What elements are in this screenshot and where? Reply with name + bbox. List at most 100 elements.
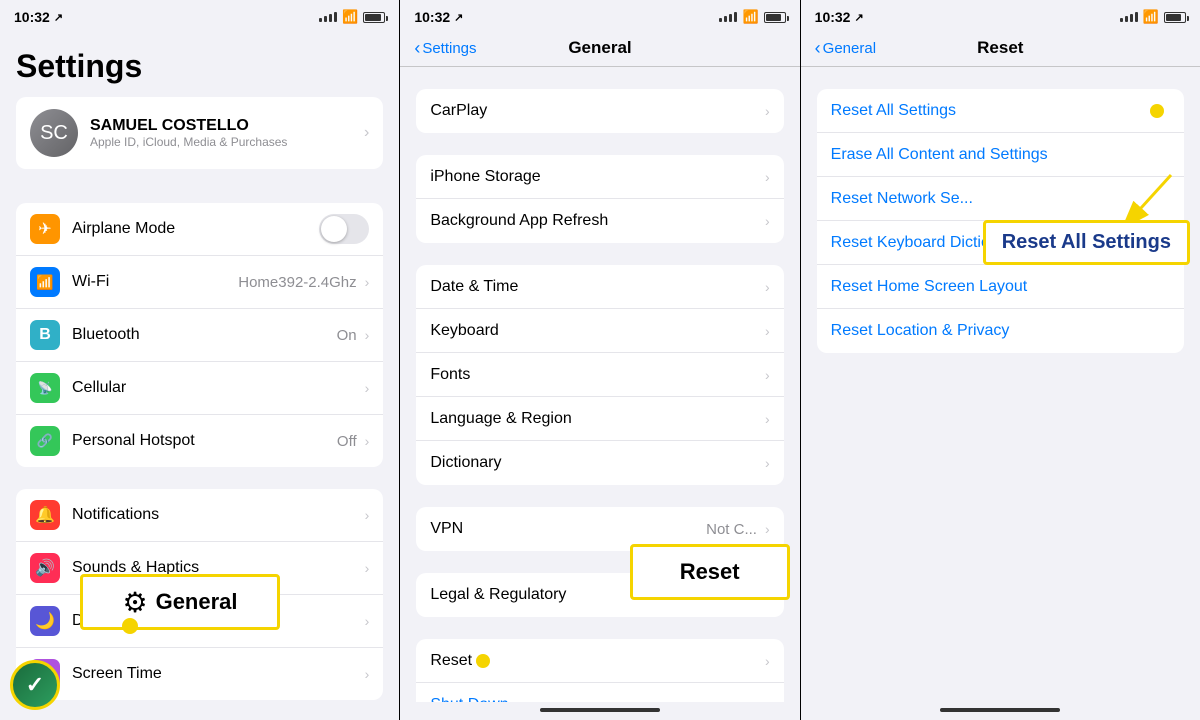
avatar: SC — [30, 109, 78, 157]
dictionary-chevron: › — [765, 455, 770, 471]
legal-label: Legal & Regulatory — [430, 586, 765, 604]
fonts-item[interactable]: Fonts › — [416, 353, 783, 397]
back-label-2: General — [823, 40, 876, 57]
reset-content: Reset All Settings Erase All Content and… — [801, 67, 1200, 702]
vpn-item[interactable]: VPN Not C... › — [416, 507, 783, 551]
profile-subtitle: Apple ID, iCloud, Media & Purchases — [90, 135, 287, 149]
home-indicator-2 — [540, 708, 660, 712]
settings-item-hotspot[interactable]: 🔗 Personal Hotspot Off › — [16, 415, 383, 467]
hotspot-icon: 🔗 — [30, 426, 60, 456]
wifi-icon-3: 📶 — [1143, 9, 1159, 25]
home-indicator-3 — [940, 708, 1060, 712]
reset-section: Reset › Shut Down — [400, 639, 799, 702]
datetime-group: Date & Time › Keyboard › Fonts › Languag… — [416, 265, 783, 485]
bluetooth-value: On — [337, 327, 357, 344]
profile-chevron: › — [364, 124, 369, 142]
reset-all-settings-item[interactable]: Reset All Settings — [817, 89, 1184, 133]
profile-name: SAMUEL COSTELLO — [90, 117, 287, 135]
settings-item-screentime[interactable]: ⏱ Screen Time › — [16, 648, 383, 700]
general-back-button[interactable]: ‹ General — [815, 38, 876, 59]
bluetooth-label: Bluetooth — [72, 326, 337, 344]
settings-item-bluetooth[interactable]: B Bluetooth On › — [16, 309, 383, 362]
legal-chevron: › — [765, 587, 770, 603]
iphone-storage-item[interactable]: iPhone Storage › — [416, 155, 783, 199]
section-connectivity: ✈ Airplane Mode 📶 Wi-Fi Home392-2.4Ghz ›… — [16, 203, 383, 467]
back-chevron-2: ‹ — [815, 38, 821, 59]
reset-item[interactable]: Reset › — [416, 639, 783, 683]
wifi-label: Wi-Fi — [72, 273, 238, 291]
datetime-label: Date & Time — [430, 278, 765, 296]
vpn-label: VPN — [430, 520, 706, 538]
airplane-toggle[interactable] — [319, 214, 369, 244]
fonts-chevron: › — [765, 367, 770, 383]
reset-nav: ‹ General Reset — [801, 32, 1200, 67]
reset-location-item[interactable]: Reset Location & Privacy — [817, 309, 1184, 353]
profile-row[interactable]: SC SAMUEL COSTELLO Apple ID, iCloud, Med… — [16, 97, 383, 169]
bg-refresh-item[interactable]: Background App Refresh › — [416, 199, 783, 243]
shutdown-label: Shut Down — [430, 696, 769, 702]
dnd-label: Do Not Disturb — [72, 612, 365, 630]
wifi-value: Home392-2.4Ghz — [238, 274, 356, 291]
hotspot-chevron: › — [365, 433, 370, 449]
battery-2 — [764, 12, 786, 23]
status-bar-1: 10:32 ↗ 📶 — [0, 0, 399, 32]
vpn-group: VPN Not C... › — [416, 507, 783, 551]
datetime-item[interactable]: Date & Time › — [416, 265, 783, 309]
shutdown-item[interactable]: Shut Down — [416, 683, 783, 702]
reset-all-dot — [1150, 104, 1164, 118]
carplay-item[interactable]: CarPlay › — [416, 89, 783, 133]
carplay-label: CarPlay — [430, 102, 765, 120]
screentime-chevron: › — [365, 666, 370, 682]
dnd-icon: 🌙 — [30, 606, 60, 636]
settings-back-button[interactable]: ‹ Settings — [414, 38, 476, 59]
language-chevron: › — [765, 411, 770, 427]
reset-location-label: Reset Location & Privacy — [831, 322, 1010, 340]
language-item[interactable]: Language & Region › — [416, 397, 783, 441]
dictionary-label: Dictionary — [430, 454, 765, 472]
settings-title: Settings — [16, 48, 383, 85]
settings-item-notifications[interactable]: 🔔 Notifications › — [16, 489, 383, 542]
profile-info: SAMUEL COSTELLO Apple ID, iCloud, Media … — [90, 117, 287, 149]
erase-all-item[interactable]: Erase All Content and Settings — [817, 133, 1184, 177]
sounds-label: Sounds & Haptics — [72, 559, 365, 577]
reset-homescreen-item[interactable]: Reset Home Screen Layout — [817, 265, 1184, 309]
hotspot-value: Off — [337, 433, 357, 450]
settings-item-dnd[interactable]: 🌙 Do Not Disturb › — [16, 595, 383, 648]
screentime-icon: ⏱ — [30, 659, 60, 689]
settings-item-cellular[interactable]: 📡 Cellular › — [16, 362, 383, 415]
legal-item[interactable]: Legal & Regulatory › — [416, 573, 783, 617]
back-chevron-1: ‹ — [414, 38, 420, 59]
reset-keyboard-item[interactable]: Reset Keyboard Dictionary — [817, 221, 1184, 265]
hotspot-label: Personal Hotspot — [72, 432, 337, 450]
settings-item-wifi[interactable]: 📶 Wi-Fi Home392-2.4Ghz › — [16, 256, 383, 309]
datetime-section: Date & Time › Keyboard › Fonts › Languag… — [400, 265, 799, 485]
section-alerts: 🔔 Notifications › 🔊 Sounds & Haptics › 🌙… — [16, 489, 383, 700]
settings-item-airplane[interactable]: ✈ Airplane Mode — [16, 203, 383, 256]
carplay-group: CarPlay › — [416, 89, 783, 133]
reset-list-group: Reset All Settings Erase All Content and… — [817, 89, 1184, 353]
reset-network-item[interactable]: Reset Network Se... — [817, 177, 1184, 221]
signal-1 — [319, 12, 337, 22]
dictionary-item[interactable]: Dictionary › — [416, 441, 783, 485]
time-1: 10:32 — [14, 9, 50, 25]
notifications-icon: 🔔 — [30, 500, 60, 530]
reset-nav-title: Reset — [977, 38, 1023, 58]
vpn-value: Not C... — [706, 521, 757, 538]
iphone-storage-chevron: › — [765, 169, 770, 185]
bluetooth-icon: B — [30, 320, 60, 350]
signal-2 — [719, 12, 737, 22]
wifi-settings-icon: 📶 — [30, 267, 60, 297]
settings-header: Settings SC SAMUEL COSTELLO Apple ID, iC… — [0, 32, 399, 181]
keyboard-item[interactable]: Keyboard › — [416, 309, 783, 353]
time-2: 10:32 — [414, 9, 450, 25]
settings-item-sounds[interactable]: 🔊 Sounds & Haptics › — [16, 542, 383, 595]
legal-section: Legal & Regulatory › — [400, 573, 799, 617]
settings-content: ✈ Airplane Mode 📶 Wi-Fi Home392-2.4Ghz ›… — [0, 181, 399, 720]
location-icon-3: ↗ — [854, 11, 863, 24]
reset-homescreen-label: Reset Home Screen Layout — [831, 278, 1028, 296]
dnd-chevron: › — [365, 613, 370, 629]
reset-items-container: Reset All Settings Erase All Content and… — [801, 89, 1200, 353]
reset-label: Reset — [430, 652, 765, 670]
screentime-label: Screen Time — [72, 665, 365, 683]
status-bar-2: 10:32 ↗ 📶 — [400, 0, 799, 32]
